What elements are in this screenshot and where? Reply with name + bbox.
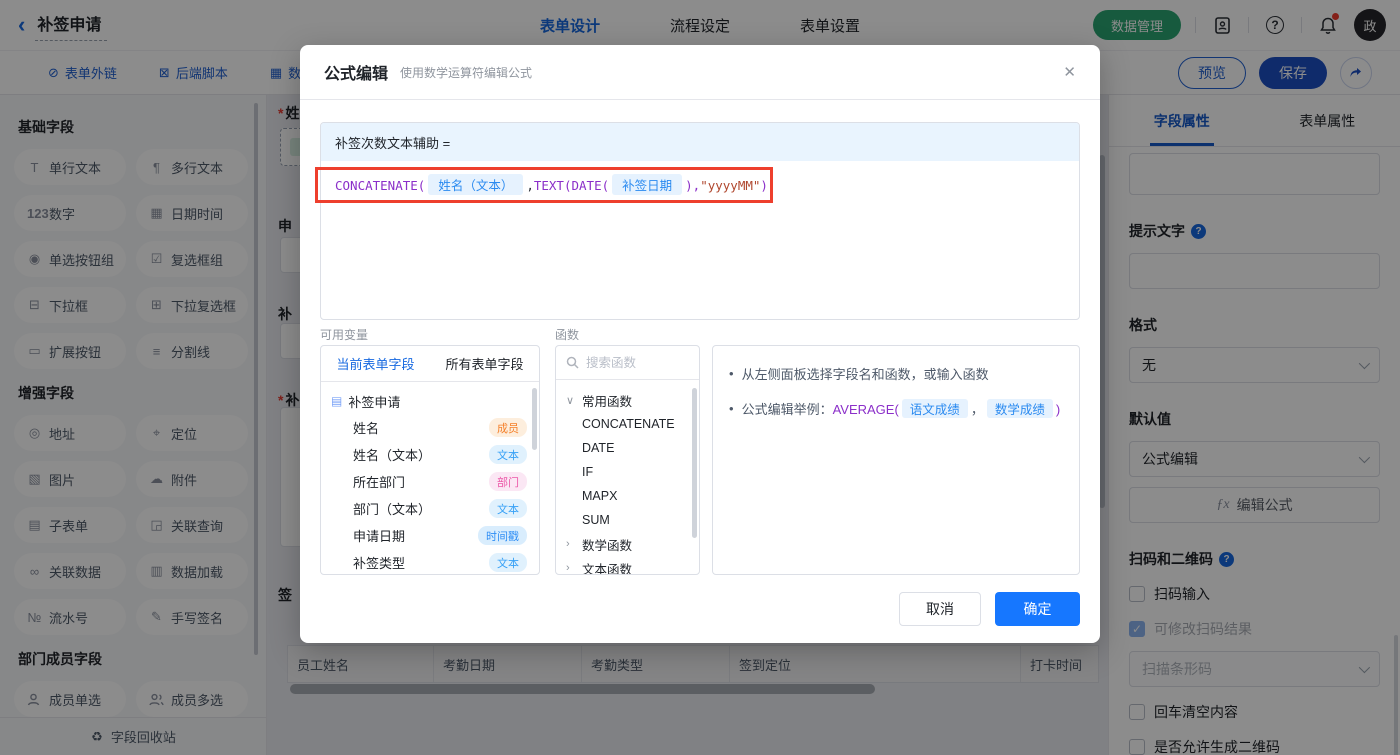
type-badge: 部门 xyxy=(489,472,527,491)
tip-line-1: 从左侧面板选择字段名和函数，或输入函数 xyxy=(741,367,989,382)
functions-panel: ∨常用函数 CONCATENATE DATE IF MAPX SUM ›数学函数… xyxy=(555,345,700,575)
variable-row[interactable]: 部门（文本） 文本 xyxy=(331,495,539,522)
tip-line-2: 公式编辑举例：AVERAGE(语文成绩，数学成绩) xyxy=(742,399,1060,418)
modal-subtitle: 使用数学运算符编辑公式 xyxy=(400,65,533,80)
form-doc-icon: ▤ xyxy=(331,394,343,408)
confirm-button[interactable]: 确定 xyxy=(995,592,1080,626)
function-item-sum[interactable]: SUM xyxy=(566,508,699,532)
variables-scrollbar[interactable] xyxy=(532,388,537,450)
variable-root[interactable]: ▤ 补签申请 xyxy=(331,388,539,414)
functions-scrollbar[interactable] xyxy=(692,388,697,538)
function-item-mapx[interactable]: MAPX xyxy=(566,484,699,508)
formula-target: 补签次数文本辅助 = xyxy=(321,123,1079,161)
formula-editor[interactable]: 补签次数文本辅助 = CONCATENATE(姓名（文本） ,TEXT(DATE(… xyxy=(320,122,1080,320)
caret-down-icon: ∨ xyxy=(566,394,575,407)
type-badge: 时间戳 xyxy=(478,526,527,545)
type-badge: 成员 xyxy=(489,418,527,437)
close-icon[interactable]: ✕ xyxy=(1063,63,1076,81)
variable-row[interactable]: 补签类型 文本 xyxy=(331,549,539,574)
function-group-common[interactable]: ∨ 常用函数 xyxy=(566,388,699,412)
modal-title: 公式编辑 xyxy=(324,66,389,83)
field-chip[interactable]: 补签日期 xyxy=(612,174,683,195)
caret-right-icon: › xyxy=(566,538,570,550)
example-chip: 语文成绩 xyxy=(901,399,968,418)
tab-all-form-fields[interactable]: 所有表单字段 xyxy=(430,346,539,381)
type-badge: 文本 xyxy=(489,445,527,464)
variable-row[interactable]: 申请日期 时间戳 xyxy=(331,522,539,549)
formula-editor-modal: 公式编辑 使用数学运算符编辑公式 ✕ 补签次数文本辅助 = CONCATENAT… xyxy=(300,45,1100,643)
function-search-input[interactable] xyxy=(586,355,676,370)
tab-current-form-fields[interactable]: 当前表单字段 xyxy=(321,346,430,381)
function-item-concatenate[interactable]: CONCATENATE xyxy=(566,412,699,436)
variables-caption: 可用变量 xyxy=(320,328,369,342)
variable-row[interactable]: 所在部门 部门 xyxy=(331,468,539,495)
function-group-math[interactable]: › 数学函数 xyxy=(566,532,699,556)
variable-row[interactable]: 姓名 成员 xyxy=(331,414,539,441)
formula-expression[interactable]: CONCATENATE(姓名（文本） ,TEXT(DATE(补签日期),"yyyy… xyxy=(321,161,1079,208)
variable-row[interactable]: 姓名（文本） 文本 xyxy=(331,441,539,468)
formula-tips: • 从左侧面板选择字段名和函数，或输入函数 • 公式编辑举例：AVERAGE(语文… xyxy=(712,345,1080,575)
functions-caption: 函数 xyxy=(555,328,580,342)
caret-right-icon: › xyxy=(566,562,570,574)
type-badge: 文本 xyxy=(489,553,527,572)
type-badge: 文本 xyxy=(489,499,527,518)
function-item-if[interactable]: IF xyxy=(566,460,699,484)
app-root: ‹ 补签申请 表单设计 流程设定 表单设置 数据管理 ? 政 ⊘ 表单外链 ⊠ … xyxy=(0,0,1400,755)
search-icon xyxy=(566,356,579,369)
example-chip: 数学成绩 xyxy=(986,399,1053,418)
cancel-button[interactable]: 取消 xyxy=(899,592,981,626)
field-chip[interactable]: 姓名（文本） xyxy=(428,174,524,195)
function-search[interactable] xyxy=(556,346,699,380)
function-group-text[interactable]: › 文本函数 xyxy=(566,556,699,574)
function-item-date[interactable]: DATE xyxy=(566,436,699,460)
variables-panel: 当前表单字段 所有表单字段 ▤ 补签申请 姓名 成员 姓名（文本） 文本 所在部门 部门… xyxy=(320,345,540,575)
